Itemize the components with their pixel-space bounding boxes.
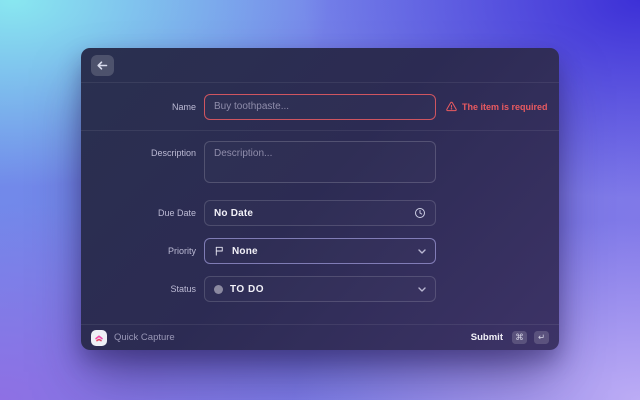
due-date-value: No Date xyxy=(214,208,253,219)
status-select[interactable]: TO DO xyxy=(204,276,436,302)
clock-icon xyxy=(414,207,426,219)
form-area: Description Due Date No Date xyxy=(81,131,559,324)
return-key-icon: ↵ xyxy=(534,331,549,344)
submit-button[interactable]: Submit xyxy=(471,332,503,343)
due-date-picker[interactable]: No Date xyxy=(204,200,436,226)
due-date-label: Due Date xyxy=(81,208,196,218)
chevron-down-icon xyxy=(418,287,426,292)
status-value: TO DO xyxy=(230,284,264,295)
priority-value: None xyxy=(232,246,258,257)
description-label: Description xyxy=(81,141,196,158)
back-button[interactable] xyxy=(91,55,114,76)
description-field-row: Description xyxy=(81,141,559,188)
priority-select[interactable]: None xyxy=(204,238,436,264)
description-textarea[interactable] xyxy=(204,141,436,183)
name-label: Name xyxy=(81,102,196,112)
validation-error: The item is required xyxy=(446,101,548,112)
warning-triangle-icon xyxy=(446,101,457,112)
flag-icon xyxy=(214,245,225,257)
chevron-down-icon xyxy=(418,249,426,254)
status-dot-icon xyxy=(214,285,223,294)
status-field-row: Status TO DO xyxy=(81,276,559,302)
name-input[interactable] xyxy=(204,94,436,120)
cmd-key-icon: ⌘ xyxy=(512,331,527,344)
status-label: Status xyxy=(81,284,196,294)
priority-field-row: Priority None xyxy=(81,238,559,264)
app-name: Quick Capture xyxy=(114,332,175,343)
error-text: The item is required xyxy=(462,102,548,112)
window-footer: Quick Capture Submit ⌘ ↵ xyxy=(81,324,559,350)
arrow-left-icon xyxy=(97,61,108,70)
clickup-logo-icon xyxy=(91,330,107,346)
window-header xyxy=(81,48,559,83)
due-date-field-row: Due Date No Date xyxy=(81,200,559,226)
quick-capture-window: Name The item is required Description Du… xyxy=(81,48,559,350)
priority-label: Priority xyxy=(81,246,196,256)
name-field-row: Name The item is required xyxy=(81,83,559,131)
